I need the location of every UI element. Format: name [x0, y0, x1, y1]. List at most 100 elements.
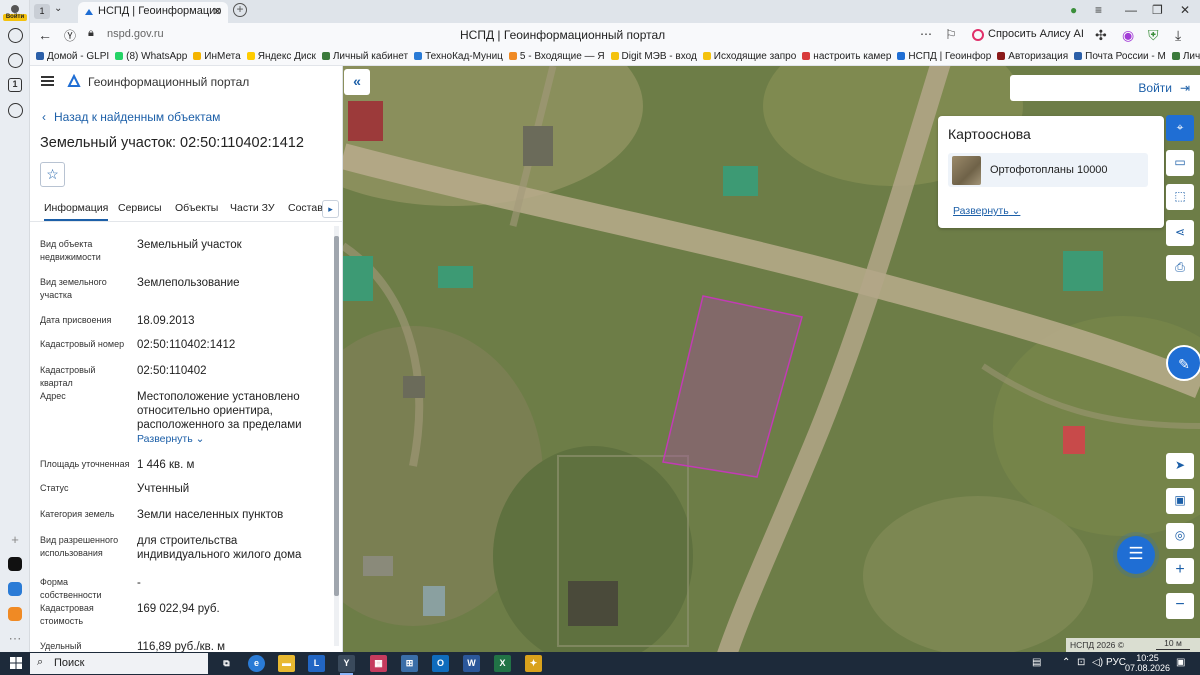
print-icon[interactable]: ⎙ — [1166, 255, 1194, 281]
select-area-icon[interactable]: ⬚ — [1166, 184, 1194, 210]
zoom-in-button[interactable]: + — [1166, 558, 1194, 584]
menu-icon[interactable]: ≡ — [1095, 3, 1102, 17]
login-button[interactable]: Войти ⇥ — [1010, 75, 1200, 101]
collapse-panel-button[interactable]: « — [344, 69, 370, 95]
tab-close-icon[interactable]: ✕ — [213, 5, 222, 18]
bookmark-item[interactable]: Домой - GLPI — [36, 48, 109, 65]
ask-alice-button[interactable]: Спросить Алису AI — [968, 25, 1092, 46]
more-actions-icon[interactable]: ⋯ — [920, 27, 932, 41]
tab-composition[interactable]: Состав — [288, 202, 323, 214]
file-explorer-icon[interactable]: ▬ — [278, 655, 295, 672]
extension-icon[interactable]: ● — [1070, 3, 1077, 17]
back-to-results-link[interactable]: ‹ Назад к найденным объектам — [42, 110, 220, 124]
basemap-expand-link[interactable]: Развернуть ⌄ — [953, 205, 1020, 217]
bookmark-icon[interactable]: ⚐ — [945, 27, 957, 43]
outlook-icon[interactable]: O — [432, 655, 449, 672]
bookmark-item[interactable]: Личный кабинет — [321, 48, 408, 65]
extension-puzzle-icon[interactable]: ✣ — [1095, 27, 1107, 44]
tab-1-icon[interactable]: 1 — [6, 76, 24, 94]
hamburger-menu-icon[interactable] — [41, 76, 54, 86]
bookmark-item[interactable]: Исходящие запро — [702, 48, 796, 65]
bookmark-item[interactable]: 5 - Входящие — Я — [508, 48, 605, 65]
more-icon[interactable]: ⋯ — [6, 630, 24, 648]
restore-icon[interactable]: ❐ — [1152, 3, 1163, 17]
word-icon[interactable]: W — [463, 655, 480, 672]
minimap-icon[interactable]: ▣ — [1166, 488, 1194, 514]
history-icon[interactable] — [6, 26, 24, 44]
chevron-down-icon[interactable]: ⌄ — [54, 3, 62, 14]
bookmark-item[interactable]: Digit МЭВ - вход — [610, 48, 697, 65]
add-panel-icon[interactable]: + — [6, 530, 24, 548]
map-view[interactable]: « Войти ⇥ Картооснова Ортофотопланы 1000… — [343, 66, 1200, 652]
yandex-browser-icon[interactable]: Y — [338, 655, 355, 675]
app-icon-2[interactable] — [6, 580, 24, 598]
layers-search-icon[interactable]: ⌖ — [1166, 115, 1194, 141]
excel-icon[interactable]: X — [494, 655, 511, 672]
extension-shield-icon[interactable]: ⛨ — [1148, 27, 1159, 44]
calendar-app-icon[interactable]: ▦ — [370, 655, 387, 672]
share-icon[interactable]: ⋖ — [1166, 220, 1194, 246]
address-expand-link[interactable]: Развернуть ⌄ — [137, 433, 204, 445]
active-tab[interactable]: НСПД | Геоинформацио ✕ — [78, 2, 228, 23]
bookmark-item[interactable]: настроить камер — [802, 48, 891, 65]
zoom-out-button[interactable]: − — [1166, 593, 1194, 619]
downloads-icon[interactable] — [6, 101, 24, 119]
volume-icon[interactable]: ◁) — [1092, 657, 1103, 668]
bookmark-favicon-icon — [702, 52, 711, 60]
bookmark-item[interactable]: ИнМета — [193, 48, 241, 65]
app-icon-3[interactable] — [6, 605, 24, 623]
extension-circle-icon[interactable]: ◉ — [1122, 27, 1134, 44]
basemap-option-label: Ортофотопланы 10000 — [990, 164, 1108, 176]
lock-icon[interactable]: 🔒︎ — [88, 27, 94, 40]
new-tab-icon[interactable]: + — [233, 3, 247, 17]
url-field[interactable]: nspd.gov.ru — [107, 28, 164, 40]
bookmark-item[interactable]: НСПД | Геоинфор — [897, 48, 991, 65]
app-icon-1[interactable] — [6, 555, 24, 573]
bookmark-item[interactable]: Личный кабинет — [1171, 48, 1200, 65]
yandex-icon[interactable]: Ⓨ — [64, 27, 76, 44]
minimize-icon[interactable]: — — [1125, 3, 1137, 17]
input-language[interactable]: РУС — [1106, 657, 1126, 668]
download-icon[interactable]: ⤓ — [1175, 27, 1181, 44]
tab-services[interactable]: Сервисы — [118, 202, 162, 214]
tab-parts[interactable]: Части ЗУ — [230, 202, 275, 214]
tray-app-icon[interactable]: ▤ — [1032, 657, 1041, 668]
edge-icon[interactable]: e — [248, 655, 265, 672]
assistant-button[interactable]: ✎ — [1166, 345, 1200, 381]
locate-icon[interactable]: ➤ — [1166, 453, 1194, 479]
scrollbar-thumb[interactable] — [334, 236, 339, 596]
clock[interactable]: 10:25 07.08.2026 — [1125, 653, 1170, 673]
property-label: Кадастровый квартал — [40, 365, 96, 388]
ruler-icon[interactable]: ▭ — [1166, 150, 1194, 176]
tab-objects[interactable]: Объекты — [175, 202, 218, 214]
tab-counter[interactable]: 1 — [34, 4, 50, 19]
calculator-icon[interactable]: ⊞ — [401, 655, 418, 672]
close-window-icon[interactable]: ✕ — [1180, 3, 1190, 17]
property-label: Адрес — [40, 391, 66, 401]
app-folder-icon[interactable]: ✦ — [525, 655, 542, 672]
bookmark-item[interactable]: ТехноКад-Муниц — [414, 48, 503, 65]
property-value: Земельный участок — [137, 238, 327, 252]
basemap-option-orthophoto[interactable]: Ортофотопланы 10000 — [948, 153, 1148, 187]
favorite-star-button[interactable]: ☆ — [40, 162, 65, 187]
profile-login-badge[interactable]: Войти — [3, 14, 27, 21]
bookmark-item[interactable]: Яндекс Диск — [246, 48, 316, 65]
chat-button[interactable]: ☰ — [1117, 536, 1155, 574]
bookmark-favicon-icon — [115, 52, 124, 60]
taskbar-search[interactable]: ⌕ Поиск — [30, 653, 208, 674]
tray-chevron-icon[interactable]: ⌃ — [1062, 657, 1070, 668]
network-icon[interactable]: ⊡ — [1077, 657, 1085, 668]
bookmark-item[interactable]: (8) WhatsApp — [115, 48, 187, 65]
tabs-next-chevron-icon[interactable]: ▸ — [322, 200, 339, 218]
bookmark-item[interactable]: Почта России - М — [1074, 48, 1166, 65]
bookmark-item[interactable]: Авторизация — [997, 48, 1068, 65]
property-value-text: 169 022,94 руб. — [137, 603, 220, 615]
play-icon[interactable] — [6, 51, 24, 69]
tab-info[interactable]: Информация — [44, 202, 109, 221]
back-arrow-icon[interactable]: ← — [38, 27, 52, 43]
notifications-icon[interactable]: ▣ — [1176, 657, 1185, 668]
geolocation-icon[interactable]: ◎ — [1166, 523, 1194, 549]
app-l-icon[interactable]: L — [308, 655, 325, 672]
windows-start-icon[interactable] — [10, 657, 22, 669]
task-view-icon[interactable]: ⧉ — [218, 655, 235, 672]
